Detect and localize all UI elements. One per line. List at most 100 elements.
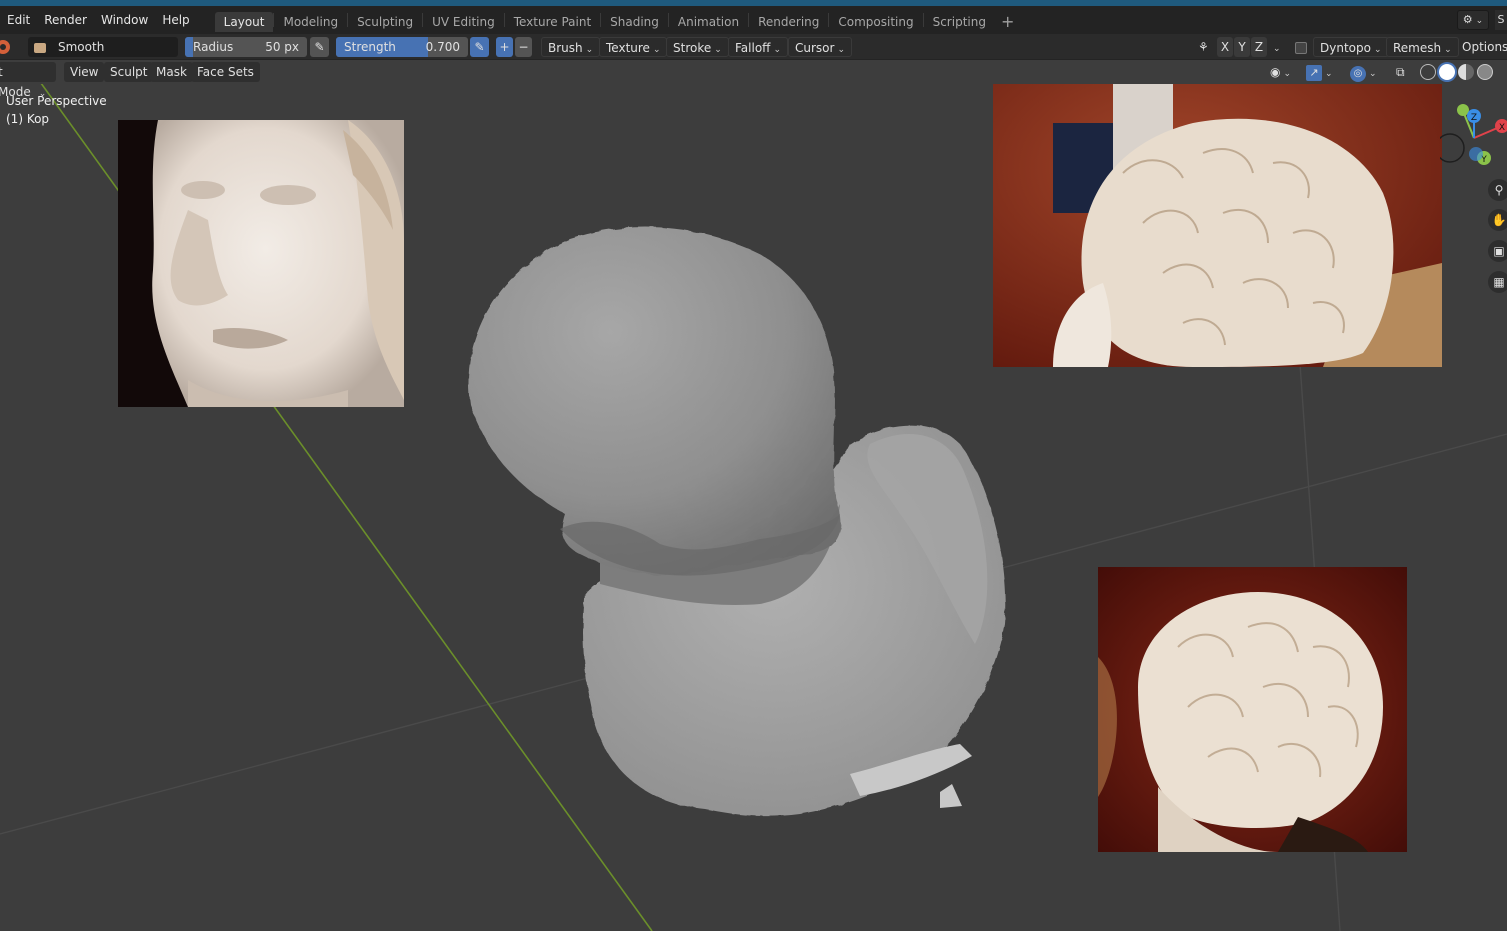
tab-shading[interactable]: Shading xyxy=(601,12,668,32)
remesh-label: Remesh xyxy=(1393,41,1442,55)
top-head-photo xyxy=(1098,567,1407,852)
tab-animation[interactable]: Animation xyxy=(669,12,748,32)
falloff-dropdown[interactable]: Falloff ⌄ xyxy=(728,37,788,57)
face-photo xyxy=(118,120,404,407)
tab-sculpting[interactable]: Sculpting xyxy=(348,12,422,32)
navigation-gizmo[interactable]: Z X Y xyxy=(1440,98,1507,188)
stroke-dropdown-label: Stroke xyxy=(673,41,712,55)
strength-slider[interactable]: Strength 0.700 xyxy=(336,37,468,57)
camera-icon[interactable]: ▣ xyxy=(1488,240,1507,262)
brush-dropdown[interactable]: Brush ⌄ xyxy=(541,37,601,57)
visibility-dropdown[interactable]: ◉ ⌄ xyxy=(1270,62,1300,82)
chevron-down-icon: ⌄ xyxy=(1475,16,1484,26)
direction-subtract-button[interactable]: − xyxy=(515,37,532,57)
xray-toggle[interactable]: ⧉ xyxy=(1396,62,1414,82)
dyntopo-dropdown[interactable]: Dyntopo ⌄ xyxy=(1313,37,1389,57)
overlay-icon: ◎ xyxy=(1350,66,1366,82)
brush-icon xyxy=(34,42,46,53)
chevron-down-icon: ⌄ xyxy=(714,45,722,55)
menu-help[interactable]: Help xyxy=(155,6,196,34)
radius-label: Radius xyxy=(193,40,234,54)
zoom-icon[interactable]: ⚲ xyxy=(1488,179,1507,201)
scene-icon: ⚙ xyxy=(1462,13,1473,26)
mirror-x-toggle[interactable]: X xyxy=(1217,37,1233,57)
pen-pressure-icon: ✎ xyxy=(314,40,325,54)
sculpt-mesh[interactable] xyxy=(468,227,1006,817)
cursor-dropdown-label: Cursor xyxy=(795,41,835,55)
view-menu[interactable]: View xyxy=(64,62,105,82)
xray-icon: ⧉ xyxy=(1396,65,1405,79)
remesh-dropdown[interactable]: Remesh ⌄ xyxy=(1386,37,1459,57)
viewport-header: t Mode ⌄ View Sculpt Mask Face Sets ◉ ⌄ ↗ ⌄… xyxy=(0,60,1507,99)
reference-image-face[interactable] xyxy=(118,120,404,407)
active-object-label: (1) Kop xyxy=(6,112,50,126)
chevron-down-icon: ⌄ xyxy=(1444,45,1452,55)
chevron-down-icon: ⌄ xyxy=(1325,69,1333,79)
workspace-tabs: Layout Modeling Sculpting UV Editing Tex… xyxy=(214,6,1021,34)
texture-dropdown[interactable]: Texture ⌄ xyxy=(599,37,668,57)
overlay-dropdown[interactable]: ◎ ⌄ xyxy=(1350,62,1388,82)
back-head-photo xyxy=(993,84,1442,367)
wireframe-shading-button[interactable] xyxy=(1420,64,1436,80)
gizmo-icon: ↗ xyxy=(1306,65,1322,81)
tab-modeling[interactable]: Modeling xyxy=(274,12,347,32)
cursor-dropdown[interactable]: Cursor ⌄ xyxy=(788,37,852,57)
radius-slider[interactable]: Radius 50 px xyxy=(185,37,307,57)
gizmo-neg-axis xyxy=(1440,133,1465,163)
strength-pressure-button[interactable]: ✎ xyxy=(470,37,489,57)
chevron-down-icon[interactable]: ⌄ xyxy=(1270,37,1282,57)
eye-icon: ◉ xyxy=(1270,65,1281,79)
reference-image-back-head[interactable] xyxy=(993,84,1442,367)
tab-scripting[interactable]: Scripting xyxy=(924,12,995,32)
gizmo-z-neg-ball xyxy=(1469,147,1483,161)
chevron-down-icon: ⌄ xyxy=(585,45,594,55)
mode-selector[interactable]: t Mode ⌄ xyxy=(0,62,56,99)
dyntopo-checkbox[interactable] xyxy=(1295,37,1309,57)
tab-texture-paint[interactable]: Texture Paint xyxy=(505,12,600,32)
face-sets-menu[interactable]: Face Sets xyxy=(191,62,260,82)
radius-fill xyxy=(185,37,193,57)
mirror-y-toggle[interactable]: Y xyxy=(1234,37,1250,57)
rendered-shading-button[interactable] xyxy=(1477,64,1493,80)
menu-render[interactable]: Render xyxy=(37,6,94,34)
reference-image-top-head[interactable] xyxy=(1098,567,1407,852)
stroke-dropdown[interactable]: Stroke ⌄ xyxy=(666,37,729,57)
top-menubar: Edit Render Window Help Layout Modeling … xyxy=(0,6,1507,34)
brush-dropdown-label: Brush xyxy=(548,41,583,55)
grid-icon[interactable]: ▦ xyxy=(1488,271,1507,293)
brush-selector[interactable]: Smooth xyxy=(28,37,178,57)
mask-menu[interactable]: Mask xyxy=(150,62,193,82)
solid-shading-button[interactable] xyxy=(1439,64,1455,80)
tab-compositing[interactable]: Compositing xyxy=(829,12,922,32)
options-button[interactable]: Options xyxy=(1456,37,1507,57)
add-workspace-button[interactable]: + xyxy=(995,12,1020,31)
radius-pressure-button[interactable]: ✎ xyxy=(310,37,329,57)
chevron-down-icon: ⌄ xyxy=(1369,69,1377,79)
chevron-down-icon: ⌄ xyxy=(1373,45,1382,55)
direction-add-button[interactable]: + xyxy=(496,37,513,57)
shading-mode-group xyxy=(1420,62,1500,82)
mirror-z-toggle[interactable]: Z xyxy=(1251,37,1267,57)
strength-label: Strength xyxy=(344,40,396,54)
dyntopo-label: Dyntopo xyxy=(1320,41,1371,55)
scene-selector-button[interactable]: ⚙ ⌄ xyxy=(1457,10,1489,30)
sculpt-mode-icon[interactable] xyxy=(0,37,12,57)
tab-layout[interactable]: Layout xyxy=(214,11,274,32)
scene-name-field[interactable]: S xyxy=(1495,10,1507,30)
tab-uv-editing[interactable]: UV Editing xyxy=(423,12,504,32)
3d-viewport[interactable]: User Perspective (1) Kop Z X Y ⚲ ✋ ▣ ▦ xyxy=(0,84,1507,931)
menu-window[interactable]: Window xyxy=(94,6,155,34)
chevron-down-icon: ⌄ xyxy=(1283,69,1292,79)
plus-icon: + xyxy=(499,40,510,54)
chevron-down-icon: ⌄ xyxy=(773,45,781,55)
gizmo-dropdown[interactable]: ↗ ⌄ xyxy=(1306,62,1342,82)
gizmo-y-neg-ball xyxy=(1457,104,1469,116)
menu-edit[interactable]: Edit xyxy=(0,6,37,34)
sculpt-menu[interactable]: Sculpt xyxy=(104,62,154,82)
material-shading-button[interactable] xyxy=(1458,64,1474,80)
strength-value: 0.700 xyxy=(425,40,460,54)
hand-icon[interactable]: ✋ xyxy=(1488,209,1507,231)
falloff-dropdown-label: Falloff xyxy=(735,41,771,55)
tab-rendering[interactable]: Rendering xyxy=(749,12,828,32)
tool-settings-header: Smooth Radius 50 px ✎ Strength 0.700 ✎ +… xyxy=(0,34,1507,60)
